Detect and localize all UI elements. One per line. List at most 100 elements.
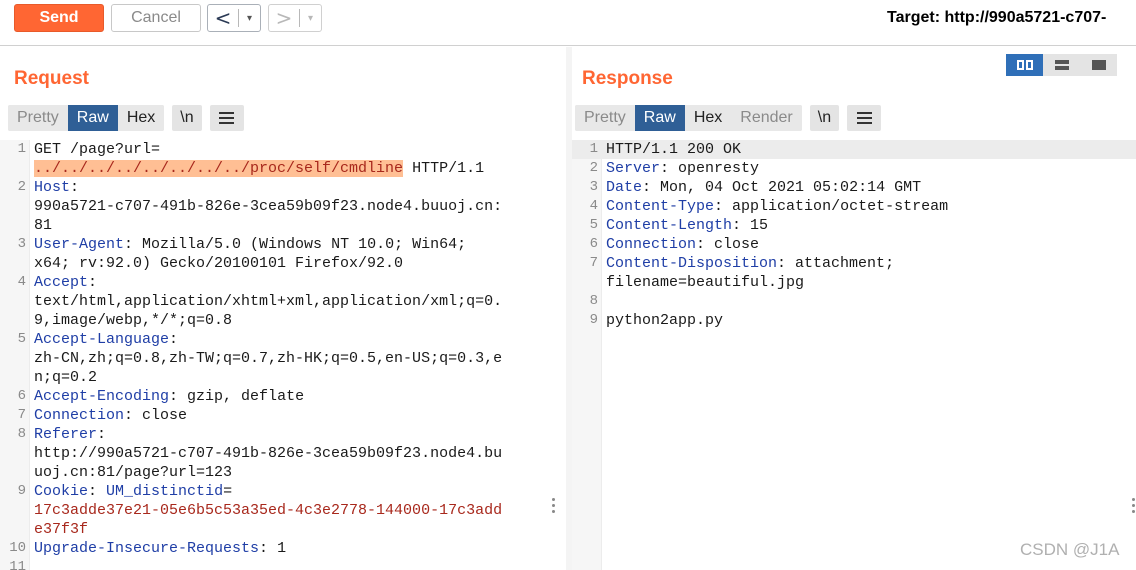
header-value: 1 <box>268 540 287 557</box>
cancel-button[interactable]: Cancel <box>111 4 201 32</box>
request-tab-raw[interactable]: Raw <box>67 105 118 131</box>
header-value <box>97 483 106 500</box>
header-separator: : <box>660 160 670 177</box>
back-button[interactable]: < ▾ <box>207 4 261 32</box>
code-line: 10 Upgrade-Insecure-Requests: 1 <box>0 539 560 558</box>
code-line: 17c3adde37e21-05e6b5c53a35ed-4c3e2778-14… <box>0 501 560 520</box>
code-line: 8 <box>572 292 1136 311</box>
line-text: Accept-Language: <box>34 330 178 349</box>
response-tab-hex[interactable]: Hex <box>684 105 732 131</box>
code-line: n;q=0.2 <box>0 368 560 387</box>
code-line: x64; rv:92.0) Gecko/20100101 Firefox/92.… <box>0 254 560 273</box>
request-tab-hex[interactable]: Hex <box>117 105 165 131</box>
header-key: Referer <box>34 426 98 443</box>
line-number: 9 <box>17 483 26 499</box>
header-separator: : <box>70 179 80 196</box>
response-tab-render[interactable]: Render <box>731 105 802 131</box>
header-value: http://990a5721-c707-491b-826e-3cea59b09… <box>34 445 503 462</box>
target-label[interactable]: Target: http://990a5721-c707- <box>887 9 1106 27</box>
response-editor[interactable]: 1 HTTP/1.1 200 OK 2 Server: openresty 3 Date:… <box>572 140 1136 570</box>
response-tab-raw[interactable]: Raw <box>634 105 685 131</box>
line-number: 3 <box>17 236 26 252</box>
line-number: 1 <box>17 141 26 157</box>
line-number: 5 <box>17 331 26 347</box>
code-line: 3 User-Agent: Mozilla/5.0 (Windows NT 10.… <box>0 235 560 254</box>
code-line: e37f3f <box>0 520 560 539</box>
split-horizontal-icon[interactable] <box>1006 54 1043 76</box>
code-line: 9 python2app.py <box>572 311 1136 330</box>
request-menu-icon[interactable] <box>209 105 244 131</box>
line-number: 5 <box>589 217 598 233</box>
code-line: 5 Accept-Language: <box>0 330 560 349</box>
header-value: close <box>705 236 760 253</box>
code-line: 2 Server: openresty <box>572 159 1136 178</box>
line-text: zh-CN,zh;q=0.8,zh-TW;q=0.7,zh-HK;q=0.5,e… <box>34 349 502 368</box>
split-vertical-icon[interactable] <box>1043 54 1080 76</box>
line-number: 7 <box>589 255 598 271</box>
cookie-name: UM_distinctid <box>106 483 224 500</box>
header-value: zh-CN,zh;q=0.8,zh-TW;q=0.7,zh-HK;q=0.5,e… <box>34 350 503 367</box>
response-menu-icon[interactable] <box>847 105 882 131</box>
header-value: gzip, deflate <box>178 388 305 405</box>
header-value: HTTP/1.1 200 OK <box>606 141 742 158</box>
line-text: Content-Length: 15 <box>606 216 768 235</box>
request-newline-toggle[interactable]: \n <box>172 105 202 131</box>
header-value: Mon, 04 Oct 2021 05:02:14 GMT <box>651 179 922 196</box>
line-number: 4 <box>17 274 26 290</box>
forward-button[interactable]: > ▾ <box>268 4 322 32</box>
request-title: Request <box>14 68 89 89</box>
code-line: text/html,application/xhtml+xml,applicat… <box>0 292 560 311</box>
header-value: 990a5721-c707-491b-826e-3cea59b09f23.nod… <box>34 198 503 215</box>
line-text: 17c3adde37e21-05e6b5c53a35ed-4c3e2778-14… <box>34 501 502 520</box>
header-key: Accept <box>34 274 89 291</box>
response-title: Response <box>582 68 673 89</box>
code-line: 8 Referer: <box>0 425 560 444</box>
request-editor[interactable]: 1 GET /page?url= ../../../../../../../../p… <box>0 140 560 570</box>
line-text: Accept: <box>34 273 97 292</box>
line-text: Upgrade-Insecure-Requests: 1 <box>34 539 286 558</box>
code-line: http://990a5721-c707-491b-826e-3cea59b09… <box>0 444 560 463</box>
line-number: 2 <box>589 160 598 176</box>
header-separator: : <box>642 179 652 196</box>
line-text: x64; rv:92.0) Gecko/20100101 Firefox/92.… <box>34 254 403 273</box>
header-separator: : <box>97 426 107 443</box>
response-tabbar: Pretty Raw Hex Render \n <box>575 105 882 131</box>
line-text: Connection: close <box>34 406 187 425</box>
header-key: Content-Length <box>606 217 733 234</box>
header-value: 81 <box>34 217 53 234</box>
response-newline-toggle[interactable]: \n <box>809 105 840 131</box>
code-line: 6 Connection: close <box>572 235 1136 254</box>
line-number: 8 <box>589 293 598 309</box>
back-dropdown-icon[interactable]: ▾ <box>239 13 260 24</box>
line-text: Content-Disposition: attachment; <box>606 254 894 273</box>
header-separator: : <box>696 236 706 253</box>
response-tab-pretty[interactable]: Pretty <box>575 105 635 131</box>
resize-grip-icon[interactable] <box>1132 498 1136 513</box>
code-line: 11 <box>0 558 560 570</box>
header-value: close <box>133 407 188 424</box>
code-line: 7 Connection: close <box>0 406 560 425</box>
header-key: Host <box>34 179 71 196</box>
single-pane-icon[interactable] <box>1080 54 1117 76</box>
line-text: Accept-Encoding: gzip, deflate <box>34 387 304 406</box>
header-separator: : <box>124 236 134 253</box>
header-separator: : <box>732 217 742 234</box>
header-value: python2app.py <box>606 312 724 329</box>
line-text: text/html,application/xhtml+xml,applicat… <box>34 292 502 311</box>
header-key: Upgrade-Insecure-Requests <box>34 540 260 557</box>
line-text: ../../../../../../../../proc/self/cmdlin… <box>34 159 484 178</box>
header-value: attachment; <box>786 255 895 272</box>
forward-dropdown-icon[interactable]: ▾ <box>300 13 321 24</box>
header-separator: : <box>124 407 134 424</box>
header-value: openresty <box>669 160 760 177</box>
code-line: ../../../../../../../../proc/self/cmdlin… <box>0 159 560 178</box>
send-button[interactable]: Send <box>14 4 104 32</box>
line-number: 7 <box>17 407 26 423</box>
header-value: 15 <box>741 217 769 234</box>
request-tab-pretty[interactable]: Pretty <box>8 105 68 131</box>
code-line: 6 Accept-Encoding: gzip, deflate <box>0 387 560 406</box>
chevron-left-icon: < <box>214 6 232 30</box>
watermark: CSDN @J1A <box>1020 540 1120 559</box>
line-text: Cookie: UM_distinctid= <box>34 482 232 501</box>
resize-grip-icon[interactable] <box>552 498 556 513</box>
